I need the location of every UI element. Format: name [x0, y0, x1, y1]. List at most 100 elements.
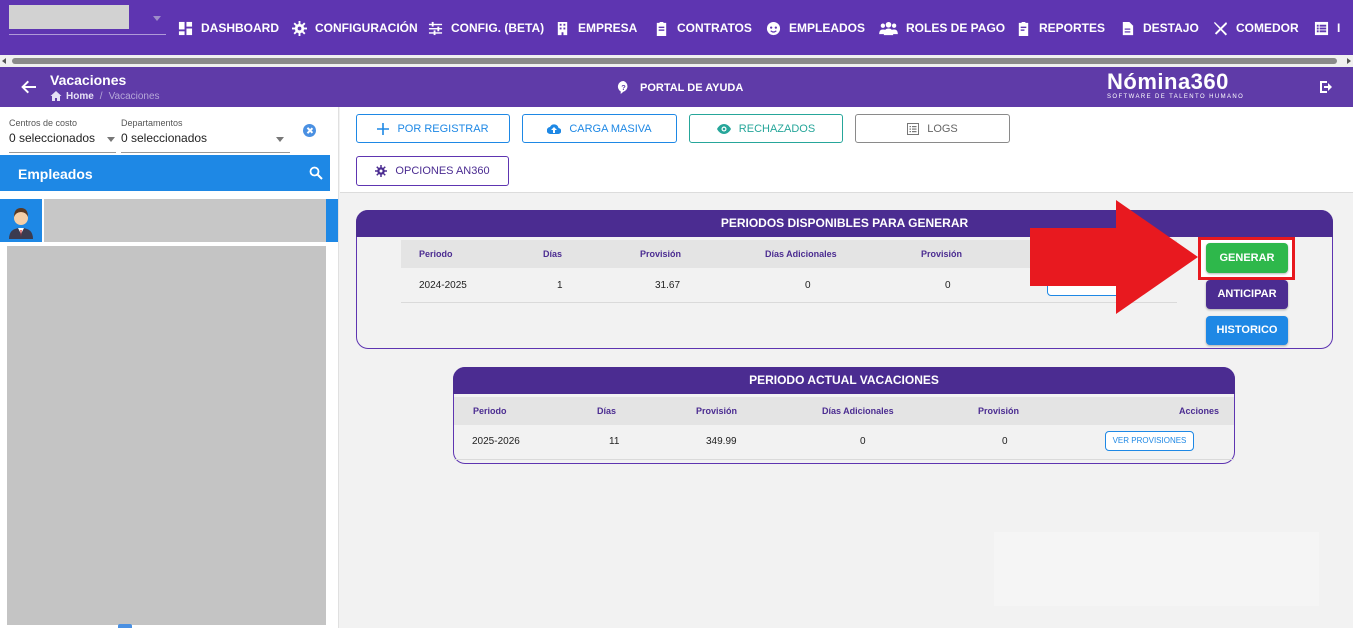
nav-label: REPORTES [1039, 21, 1106, 35]
cell-periodo: 2024-2025 [419, 280, 467, 291]
breadcrumb-home[interactable]: Home [66, 91, 94, 102]
scrollbar-thumb[interactable] [12, 58, 1337, 64]
cell-dias-adicionales: 0 [805, 280, 811, 291]
company-selector[interactable] [9, 5, 129, 29]
nav-label: EMPRESA [578, 21, 638, 35]
col-provision: Provisión [640, 249, 682, 259]
breadcrumb-separator: / [99, 90, 103, 102]
eye-icon [716, 123, 731, 134]
cell-dias: 11 [609, 436, 620, 447]
home-icon[interactable] [50, 90, 62, 102]
cell-provision: 31.67 [655, 280, 681, 291]
back-arrow-icon[interactable] [20, 78, 38, 96]
building-icon [557, 21, 568, 35]
utensils-icon [1213, 21, 1228, 36]
nav-dashboard[interactable]: DASHBOARD [178, 19, 279, 37]
clear-filters-icon[interactable] [303, 124, 316, 137]
nav-roles-de-pago[interactable]: ROLES DE PAGO [879, 19, 1005, 37]
department-select[interactable]: 0 seleccionados [121, 131, 207, 145]
cost-center-label: Centros de costo [9, 118, 78, 128]
list-icon [1314, 21, 1329, 35]
nav-contratos[interactable]: CONTRATOS [654, 19, 752, 37]
button-label: LOGS [927, 122, 958, 135]
cost-center-select[interactable]: 0 seleccionados [9, 131, 95, 145]
rechazados-button[interactable]: RECHAZADOS [689, 114, 843, 143]
chevron-down-icon[interactable] [153, 16, 161, 21]
cell-provision: 349.99 [706, 436, 737, 447]
nav-comedor[interactable]: COMEDOR [1213, 19, 1299, 37]
nav-config-beta[interactable]: CONFIG. (BETA) [428, 19, 544, 37]
panel-title: PERIODO ACTUAL VACACIONES [453, 367, 1235, 394]
employees-header: Empleados [0, 155, 330, 191]
cell-provision-2: 0 [1002, 436, 1008, 447]
col-dias: Días [597, 406, 617, 416]
breadcrumb: Home / Vacaciones [50, 90, 160, 102]
empty-area [994, 532, 1319, 606]
logs-button[interactable]: LOGS [855, 114, 1010, 143]
por-registrar-button[interactable]: POR REGISTRAR [356, 114, 510, 143]
nav-empresa[interactable]: EMPRESA [555, 19, 637, 37]
nav-empleados[interactable]: EMPLEADOS [766, 19, 865, 37]
horizontal-scrollbar[interactable] [0, 55, 1353, 67]
cloud-upload-icon [547, 123, 562, 134]
col-periodo: Periodo [473, 406, 507, 416]
logout-icon[interactable] [1318, 79, 1334, 95]
sliders-icon [428, 21, 443, 35]
gear-icon [292, 20, 307, 36]
employee-list-redacted [7, 246, 326, 625]
employee-sidebar: Centros de costo 0 seleccionados Departa… [0, 107, 339, 628]
nav-destajo[interactable]: DESTAJO [1120, 19, 1199, 37]
ver-provisiones-button[interactable]: VER PROVISIONES [1105, 431, 1194, 451]
cell-dias-adicionales: 0 [860, 436, 866, 447]
list-scroll-indicator[interactable] [118, 624, 132, 628]
nav-more[interactable]: I [1314, 19, 1340, 37]
nav-label: DASHBOARD [201, 21, 279, 35]
chevron-down-icon[interactable] [107, 137, 115, 142]
nav-label: EMPLEADOS [789, 21, 866, 35]
nav-label: I [1337, 21, 1341, 35]
chevron-down-icon[interactable] [276, 137, 284, 142]
button-label: POR REGISTRAR [397, 122, 489, 135]
historico-button[interactable]: HISTORICO [1206, 316, 1288, 345]
col-provision: Provisión [696, 406, 738, 416]
nav-configuracion[interactable]: CONFIGURACIÓN [292, 19, 418, 37]
department-label: Departamentos [121, 118, 183, 128]
face-icon [766, 21, 781, 35]
scroll-left-icon[interactable] [2, 58, 6, 64]
document-icon [1122, 21, 1134, 35]
generar-button[interactable]: GENERAR [1206, 243, 1288, 273]
col-periodo: Periodo [419, 249, 453, 259]
anticipar-button[interactable]: ANTICIPAR [1206, 280, 1288, 309]
dashboard-icon [178, 21, 193, 35]
col-acciones: Acciones [1179, 406, 1220, 416]
opciones-an360-button[interactable]: OPCIONES AN360 [356, 156, 509, 186]
nav-label: COMEDOR [1236, 21, 1299, 35]
cell-provision-2: 0 [945, 280, 951, 291]
plus-icon [377, 122, 390, 135]
help-label: PORTAL DE AYUDA [640, 81, 744, 94]
company-selector-underline [9, 34, 166, 35]
employee-list-item[interactable] [0, 199, 338, 242]
department-underline [121, 152, 290, 153]
help-bubble-icon: ? [617, 81, 628, 94]
page-header: Vacaciones Home / Vacaciones ? PORTAL DE… [0, 67, 1353, 107]
scroll-right-icon[interactable] [1347, 58, 1351, 64]
button-label: RECHAZADOS [738, 122, 816, 135]
nav-label: CONFIG. (BETA) [451, 21, 545, 35]
report-icon [1018, 21, 1029, 36]
cell-periodo: 2025-2026 [472, 436, 520, 447]
brand-name: Nómina360 [1107, 69, 1229, 94]
employees-title: Empleados [18, 166, 93, 182]
col-dias: Días [543, 249, 563, 259]
nav-label: CONTRATOS [677, 21, 752, 35]
annotation-arrow [1030, 200, 1198, 314]
selected-indicator [326, 199, 338, 242]
col-provision-2: Provisión [921, 249, 963, 259]
carga-masiva-button[interactable]: CARGA MASIVA [522, 114, 677, 143]
help-portal-link[interactable]: ? PORTAL DE AYUDA [617, 81, 743, 94]
top-navbar: DASHBOARD CONFIGURACIÓN CONFIG. (BETA) E… [0, 0, 1353, 55]
search-icon[interactable] [309, 166, 323, 180]
current-period-panel: PERIODO ACTUAL VACACIONES Periodo Días P… [453, 367, 1235, 464]
col-dias-adicionales: Días Adicionales [822, 406, 894, 416]
nav-reportes[interactable]: REPORTES [1016, 19, 1105, 37]
